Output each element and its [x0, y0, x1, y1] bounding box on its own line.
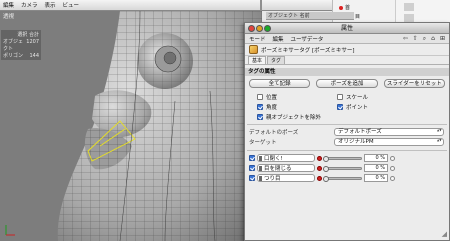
viewport-label: 透視 — [3, 14, 15, 20]
attribute-menubar: モード 編集 ユーザデータ ⇦ ⇧ ⌕ ⌂ ⊞ — [245, 34, 449, 44]
target-label: ターゲット — [249, 140, 277, 146]
scale-checkbox[interactable]: スケール — [337, 93, 368, 101]
3d-viewport[interactable]: 透視 選択 合計 オブジェクト 1 207 ポリゴン 144 — [0, 11, 262, 241]
menu-edit[interactable]: 編集 — [3, 1, 14, 9]
pose-keyframe-icon[interactable] — [317, 175, 322, 181]
pose-name-field[interactable]: つり目 — [257, 174, 315, 182]
slider-thumb[interactable] — [323, 155, 329, 162]
stats-label: オブジェクト — [3, 39, 24, 52]
checkbox-box[interactable] — [337, 94, 343, 100]
menu-view[interactable]: ビュー — [63, 1, 80, 9]
back-arrow-icon[interactable]: ⇦ — [403, 35, 408, 43]
pose-slider-row: 目を閉じる 0 % — [245, 163, 449, 173]
section-title: タグの属性 — [245, 68, 449, 76]
pose-keyframe-icon[interactable] — [317, 165, 322, 171]
checkbox-label: ポイント — [346, 105, 369, 111]
tab-tag[interactable]: タグ — [267, 56, 286, 64]
pose-stepper[interactable] — [390, 165, 395, 171]
pose-name: 目を閉じる — [264, 166, 292, 172]
pose-keyframe-icon[interactable] — [317, 155, 322, 161]
target-row: ターゲット オリジナルPM — [245, 137, 449, 147]
menu-camera[interactable]: カメラ — [21, 1, 38, 9]
pose-stepper[interactable] — [390, 155, 395, 161]
pose-value-field[interactable]: 0 % — [364, 164, 388, 172]
resize-grip-icon[interactable]: ◢ — [442, 230, 447, 238]
tag-title: ポーズミキサータグ [ポーズミキサー] — [261, 47, 355, 54]
tree-item[interactable]: 首 — [339, 4, 350, 11]
checkbox-label: スケール — [346, 95, 369, 101]
pose-mixer-tag-icon — [249, 45, 258, 54]
pose-enable-checkbox[interactable] — [249, 175, 255, 181]
points-checkbox[interactable]: ポイント — [337, 103, 368, 111]
checkbox-label: 角度 — [266, 105, 278, 111]
up-arrow-icon[interactable]: ⇧ — [413, 35, 418, 43]
checkbox-box[interactable] — [257, 114, 263, 120]
slider-thumb[interactable] — [323, 175, 329, 182]
exclude-parent-checkbox[interactable]: 親オブジェクトを除外 — [257, 113, 321, 121]
stats-total: 207 — [29, 39, 39, 45]
pose-name-field[interactable]: 目を閉じる — [257, 164, 315, 172]
default-pose-dropdown[interactable]: デフォルトポーズ — [334, 128, 444, 136]
target-dropdown[interactable]: オリジナルPM — [334, 138, 444, 146]
tag-header: ポーズミキサータグ [ポーズミキサー] — [245, 44, 449, 56]
minimize-icon[interactable] — [256, 25, 263, 32]
default-pose-label: デフォルトのポーズ — [249, 130, 299, 136]
window-titlebar[interactable]: 属性 — [245, 23, 449, 34]
checkbox-group: 位置 スケール 角度 ポイント 親オブジェクトを除外 — [245, 91, 449, 121]
pose-slider-row: 口閉く! 0 % — [245, 153, 449, 163]
close-icon[interactable] — [248, 25, 255, 32]
tag-icon[interactable] — [404, 3, 414, 11]
button-row: 全て記録 ポーズを追加 スライダーをリセット — [245, 76, 449, 91]
stats-title: 選択 合計 — [17, 32, 39, 38]
divider — [247, 150, 447, 151]
new-window-icon[interactable]: ⊞ — [440, 35, 445, 43]
lock-icon[interactable]: ⌂ — [431, 35, 435, 43]
pose-enable-checkbox[interactable] — [249, 165, 255, 171]
pose-name: 口閉く! — [264, 156, 283, 162]
scene-stats: 選択 合計 オブジェクト 1 207 ポリゴン 144 — [1, 30, 41, 60]
window-title: 属性 — [340, 25, 353, 32]
zoom-icon[interactable] — [264, 25, 271, 32]
manager-toolbar — [262, 0, 332, 11]
menu-display[interactable]: 表示 — [45, 1, 56, 9]
object-manager-header: オブジェクト 名前 — [266, 12, 354, 20]
tree-item-label: 首 — [345, 5, 351, 11]
stats-total: 144 — [29, 53, 39, 59]
checkbox-label: 親オブジェクトを除外 — [266, 115, 322, 121]
divider — [247, 124, 447, 125]
tag-icon[interactable] — [404, 14, 414, 22]
pose-value-field[interactable]: 0 % — [364, 174, 388, 182]
checkbox-box[interactable] — [257, 104, 263, 110]
search-icon[interactable]: ⌕ — [423, 35, 426, 43]
position-checkbox[interactable]: 位置 — [257, 93, 277, 101]
menu-mode[interactable]: モード — [249, 35, 266, 43]
pose-slider[interactable] — [323, 165, 362, 172]
rotation-checkbox[interactable]: 角度 — [257, 103, 277, 111]
add-pose-button[interactable]: ポーズを追加 — [316, 79, 378, 88]
pose-slider[interactable] — [323, 175, 362, 182]
pose-slider[interactable] — [323, 155, 362, 162]
pose-stepper[interactable] — [390, 175, 395, 181]
nav-icons: ⇦ ⇧ ⌕ ⌂ ⊞ — [403, 35, 445, 43]
checkbox-box[interactable] — [257, 94, 263, 100]
pose-name: つり目 — [264, 176, 281, 182]
pose-value-field[interactable]: 0 % — [364, 154, 388, 162]
stats-label: ポリゴン — [3, 53, 24, 59]
menu-edit[interactable]: 編集 — [273, 35, 284, 43]
default-pose-row: デフォルトのポーズ デフォルトポーズ — [245, 127, 449, 137]
pose-name-field[interactable]: 口閉く! — [257, 154, 315, 162]
checkbox-box[interactable] — [337, 104, 343, 110]
menu-userdata[interactable]: ユーザデータ — [291, 35, 324, 43]
record-all-button[interactable]: 全て記録 — [249, 79, 311, 88]
pose-slider-row: つり目 0 % — [245, 173, 449, 183]
slider-thumb[interactable] — [323, 165, 329, 172]
pose-enable-checkbox[interactable] — [249, 155, 255, 161]
checkbox-label: 位置 — [266, 95, 278, 101]
tab-basic[interactable]: 基本 — [248, 56, 267, 64]
tab-bar: 基本 タグ — [245, 56, 449, 65]
object-dot-icon — [339, 5, 343, 10]
reset-sliders-button[interactable]: スライダーをリセット — [383, 79, 445, 88]
app-menubar: 編集 カメラ 表示 ビュー — [0, 0, 260, 11]
attribute-window: 属性 モード 編集 ユーザデータ ⇦ ⇧ ⌕ ⌂ ⊞ ポーズミキサータグ [ポー… — [244, 22, 450, 241]
